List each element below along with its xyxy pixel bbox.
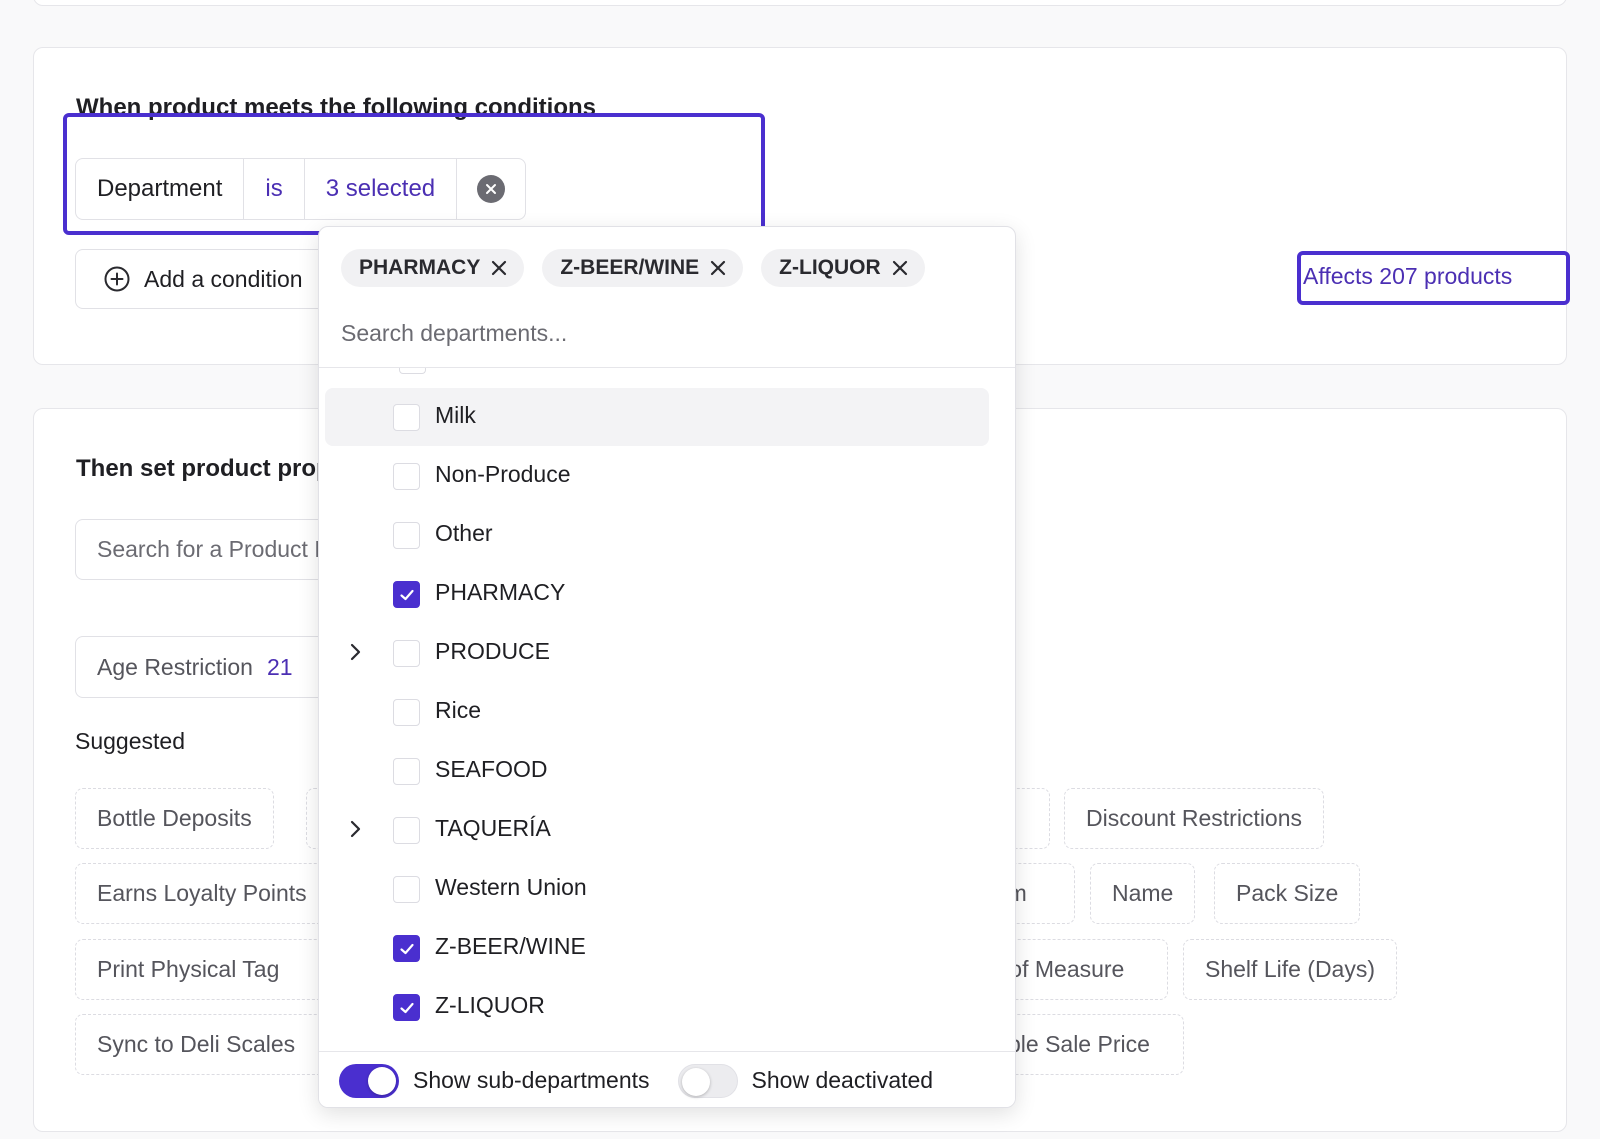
- remove-tag-icon[interactable]: [490, 259, 508, 277]
- department-option[interactable]: Z-BEER/WINE: [325, 919, 989, 977]
- suggested-chip[interactable]: Pack Size: [1214, 863, 1361, 924]
- department-option-label: TAQUERÍA: [435, 815, 551, 841]
- department-option[interactable]: Z-LIQUOR: [325, 978, 989, 1036]
- condition-operator[interactable]: is: [244, 159, 305, 219]
- deactivated-label: Show deactivated: [751, 1067, 934, 1093]
- department-list[interactable]: Milk Non-Produce Other PHARMACY PRODUCE Rice S…: [325, 368, 989, 1058]
- condition-clear-button[interactable]: [457, 159, 525, 219]
- chevron-right-icon[interactable]: [349, 818, 363, 840]
- department-option-label: Z-BEER/WINE: [435, 933, 586, 959]
- age-restriction-chip[interactable]: Age Restriction 21: [75, 636, 335, 698]
- age-restriction-label: Age Restriction: [97, 653, 253, 680]
- age-restriction-value: 21: [266, 653, 293, 680]
- plus-circle-icon: [104, 266, 130, 292]
- department-option-label: Non-Produce: [435, 461, 571, 487]
- department-option[interactable]: Rice: [325, 683, 989, 741]
- department-option[interactable]: Western Union: [325, 860, 989, 918]
- checkbox: [399, 368, 426, 374]
- deactivated-toggle-group: Show deactivated: [677, 1063, 934, 1098]
- tag-label: Z-BEER/WINE: [560, 256, 700, 279]
- department-option-label: Milk: [435, 402, 476, 428]
- department-dropdown: PHARMACY Z-BEER/WINE Z-LIQUOR Milk Non-Pr…: [318, 226, 1016, 1108]
- department-option[interactable]: Other: [325, 506, 989, 564]
- checkbox[interactable]: [393, 640, 420, 667]
- tag-label: PHARMACY: [359, 256, 481, 279]
- department-option[interactable]: Non-Produce: [325, 447, 989, 505]
- suggested-chip[interactable]: Name: [1090, 863, 1196, 924]
- add-condition-label: Add a condition: [144, 265, 303, 292]
- suggested-label: Suggested: [75, 728, 185, 754]
- checkbox-checked[interactable]: [393, 994, 420, 1021]
- toggle-knob: [681, 1067, 710, 1096]
- conditions-heading: When product meets the following conditi…: [76, 94, 596, 121]
- department-option-label: Z-LIQUOR: [435, 992, 545, 1018]
- department-option[interactable]: SEAFOOD: [325, 742, 989, 800]
- sub-departments-toggle-group: Show sub-departments: [339, 1063, 650, 1098]
- selected-tag: PHARMACY: [341, 249, 525, 287]
- checkbox-checked[interactable]: [393, 935, 420, 962]
- checkbox[interactable]: [393, 758, 420, 785]
- checkbox[interactable]: [393, 817, 420, 844]
- checkbox[interactable]: [393, 463, 420, 490]
- toggle-knob: [368, 1066, 396, 1095]
- dropdown-footer: Show sub-departments Show deactivated: [319, 1051, 1015, 1107]
- condition-row: Department is 3 selected: [75, 158, 527, 220]
- sub-departments-label: Show sub-departments: [413, 1067, 650, 1093]
- remove-tag-icon[interactable]: [709, 259, 727, 277]
- suggested-chip[interactable]: Shelf Life (Days): [1183, 939, 1398, 1000]
- selected-tag: Z-LIQUOR: [761, 249, 925, 287]
- suggested-chip[interactable]: Bottle Deposits: [75, 788, 274, 849]
- tag-label: Z-LIQUOR: [779, 256, 881, 279]
- suggested-chip[interactable]: Print Physical Tag: [75, 939, 335, 1000]
- remove-tag-icon[interactable]: [891, 259, 909, 277]
- selected-tags: PHARMACY Z-BEER/WINE Z-LIQUOR: [341, 249, 925, 287]
- department-search-input[interactable]: [341, 313, 981, 353]
- department-option[interactable]: Milk: [325, 388, 989, 446]
- chevron-right-icon[interactable]: [349, 641, 363, 663]
- department-option-label: PRODUCE: [435, 638, 551, 664]
- condition-field[interactable]: Department: [76, 159, 245, 219]
- add-condition-button[interactable]: Add a condition: [75, 249, 335, 309]
- previous-card: [33, 0, 1567, 6]
- department-option[interactable]: PHARMACY: [325, 565, 989, 623]
- department-option-label: PHARMACY: [435, 579, 566, 605]
- checkbox[interactable]: [393, 699, 420, 726]
- suggested-chip[interactable]: Discount Restrictions: [1064, 788, 1325, 849]
- check-icon: [399, 1002, 414, 1013]
- checkbox[interactable]: [393, 876, 420, 903]
- department-option[interactable]: TAQUERÍA: [325, 801, 989, 859]
- department-option-label: Rice: [435, 697, 482, 723]
- close-circle-icon: [477, 175, 506, 203]
- checkbox-checked[interactable]: [393, 581, 420, 608]
- condition-value[interactable]: 3 selected: [305, 159, 458, 219]
- check-icon: [399, 589, 414, 600]
- selected-tag: Z-BEER/WINE: [542, 249, 744, 287]
- check-icon: [399, 943, 414, 954]
- checkbox[interactable]: [393, 404, 420, 431]
- deactivated-toggle[interactable]: [677, 1063, 738, 1098]
- checkbox[interactable]: [393, 522, 420, 549]
- department-option-label: SEAFOOD: [435, 756, 548, 782]
- department-option-label: Other: [435, 520, 493, 546]
- suggested-chip[interactable]: Sync to Deli Scales: [75, 1014, 335, 1075]
- product-property-search[interactable]: Search for a Product Property: [75, 519, 335, 580]
- affects-products-link[interactable]: Affects 207 products: [1303, 263, 1512, 290]
- suggested-chip[interactable]: Earns Loyalty Points: [75, 863, 335, 924]
- department-option[interactable]: PRODUCE: [325, 624, 989, 682]
- sub-departments-toggle[interactable]: [339, 1063, 399, 1098]
- department-option-label: Western Union: [435, 874, 587, 900]
